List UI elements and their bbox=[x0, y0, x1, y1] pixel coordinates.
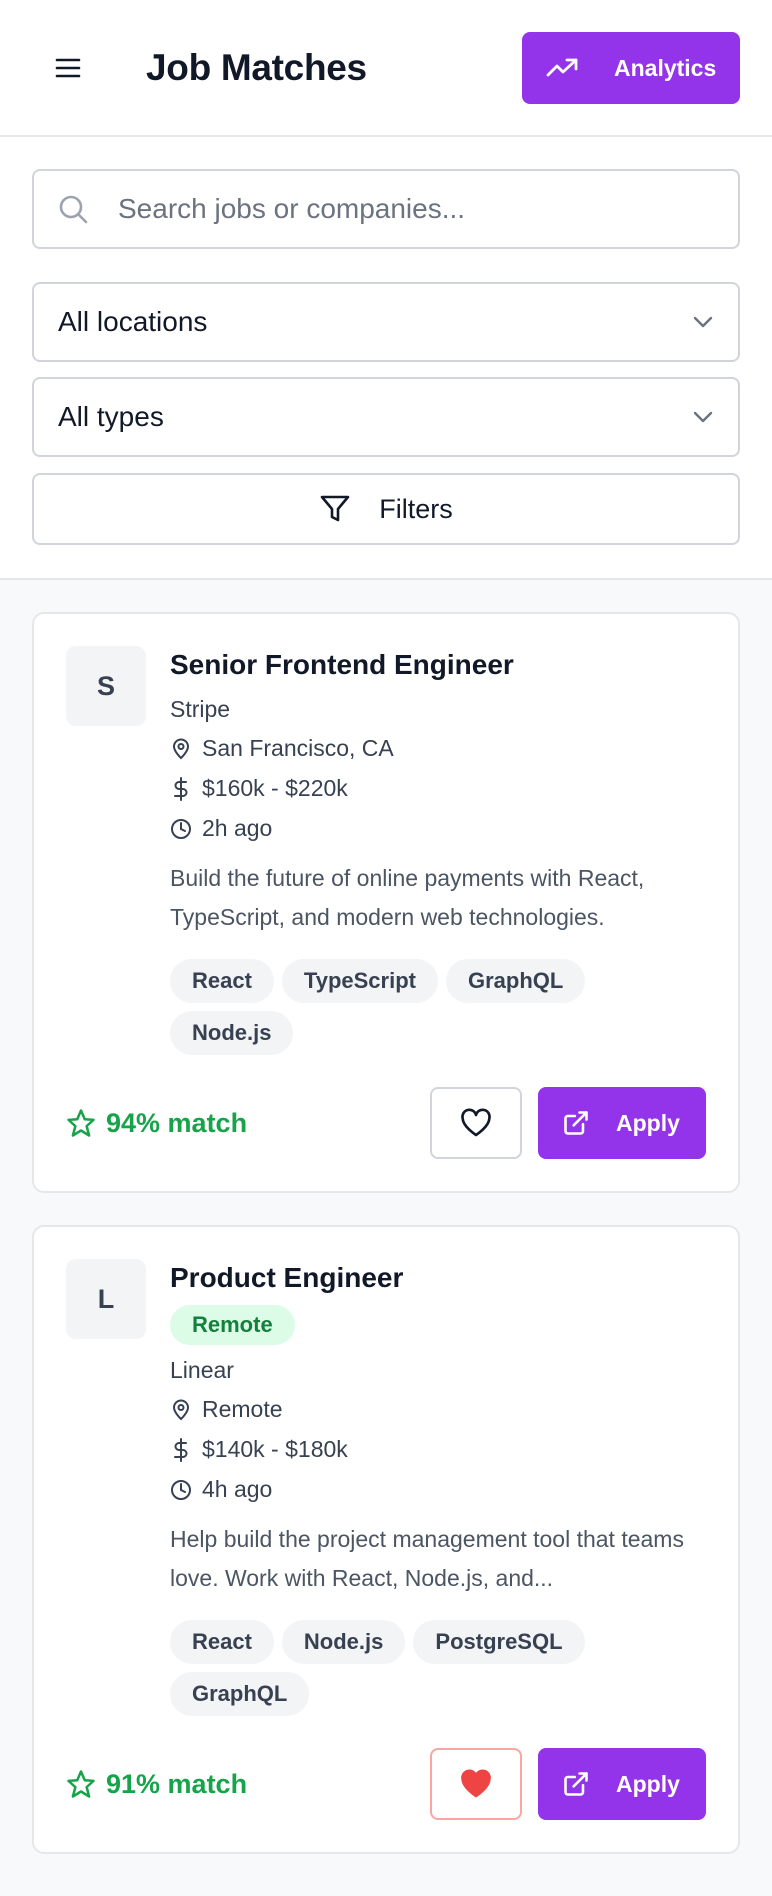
match-text: 94% match bbox=[106, 1107, 248, 1138]
company-avatar: L bbox=[66, 1259, 146, 1339]
skill-tag: Node.js bbox=[281, 1620, 406, 1664]
apply-button[interactable]: Apply bbox=[538, 1087, 706, 1159]
heart-outline-icon bbox=[460, 1108, 492, 1138]
type-select[interactable]: All types bbox=[32, 377, 740, 457]
job-card[interactable]: L Product Engineer Remote Linear Remote … bbox=[32, 1225, 740, 1854]
dollar-icon bbox=[170, 776, 192, 801]
skill-tag: TypeScript bbox=[281, 959, 438, 1003]
job-card[interactable]: S Senior Frontend Engineer Stripe San Fr… bbox=[32, 612, 740, 1193]
analytics-label: Analytics bbox=[614, 54, 717, 81]
type-select-value: All types bbox=[58, 401, 164, 432]
company-avatar: S bbox=[66, 646, 146, 726]
remote-badge: Remote bbox=[170, 1305, 295, 1345]
map-pin-icon bbox=[170, 1399, 192, 1421]
job-salary: $140k - $180k bbox=[170, 1435, 706, 1464]
skill-tags: React Node.js PostgreSQL GraphQL bbox=[170, 1620, 706, 1716]
salary-text: $160k - $220k bbox=[202, 775, 348, 801]
apply-label: Apply bbox=[616, 1770, 680, 1797]
clock-icon bbox=[170, 818, 192, 840]
skill-tag: GraphQL bbox=[445, 959, 586, 1003]
funnel-icon bbox=[319, 493, 351, 525]
page-title: Job Matches bbox=[146, 46, 367, 88]
filter-panel: All locations All types Filters bbox=[0, 137, 772, 580]
job-location: San Francisco, CA bbox=[170, 734, 706, 763]
filters-button[interactable]: Filters bbox=[32, 473, 740, 545]
clock-icon bbox=[170, 1479, 192, 1501]
job-title[interactable]: Product Engineer bbox=[170, 1261, 706, 1295]
location-select[interactable]: All locations bbox=[32, 282, 740, 362]
skill-tag: React bbox=[170, 1620, 274, 1664]
match-score: 94% match bbox=[66, 1108, 247, 1139]
menu-button[interactable] bbox=[38, 38, 98, 98]
job-description: Build the future of online payments with… bbox=[170, 865, 645, 930]
job-posted: 4h ago bbox=[170, 1475, 706, 1504]
search-box[interactable] bbox=[32, 169, 740, 249]
location-select-value: All locations bbox=[58, 306, 208, 337]
job-salary: $160k - $220k bbox=[170, 774, 706, 803]
hamburger-icon bbox=[55, 57, 81, 79]
chevron-down-icon bbox=[692, 315, 714, 329]
match-score: 91% match bbox=[66, 1769, 247, 1800]
job-location: Remote bbox=[170, 1395, 706, 1424]
salary-text: $140k - $180k bbox=[202, 1436, 348, 1462]
chevron-down-icon bbox=[692, 410, 714, 424]
skill-tags: React TypeScript GraphQL Node.js bbox=[170, 959, 706, 1055]
skill-tag: Node.js bbox=[170, 1011, 294, 1055]
external-link-icon bbox=[562, 1109, 590, 1137]
job-list: S Senior Frontend Engineer Stripe San Fr… bbox=[0, 580, 772, 1886]
star-icon bbox=[66, 1769, 96, 1799]
map-pin-icon bbox=[170, 738, 192, 760]
skill-tag: React bbox=[170, 959, 274, 1003]
job-title[interactable]: Senior Frontend Engineer bbox=[170, 648, 706, 682]
external-link-icon bbox=[562, 1770, 590, 1798]
job-description: Help build the project management tool t… bbox=[170, 1526, 684, 1591]
heart-filled-icon bbox=[460, 1769, 492, 1799]
search-input[interactable] bbox=[118, 193, 678, 225]
match-text: 91% match bbox=[106, 1768, 248, 1799]
apply-button[interactable]: Apply bbox=[538, 1748, 706, 1820]
save-job-button[interactable] bbox=[430, 1087, 522, 1159]
skill-tag: GraphQL bbox=[170, 1672, 310, 1716]
app-header: Job Matches Analytics bbox=[0, 0, 772, 137]
skill-tag: PostgreSQL bbox=[413, 1620, 585, 1664]
star-icon bbox=[66, 1108, 96, 1138]
company-name: Linear bbox=[170, 1357, 234, 1383]
search-icon bbox=[58, 194, 88, 224]
dollar-icon bbox=[170, 1437, 192, 1462]
apply-label: Apply bbox=[616, 1109, 680, 1136]
company-name: Stripe bbox=[170, 696, 231, 722]
location-text: Remote bbox=[202, 1396, 283, 1422]
location-text: San Francisco, CA bbox=[202, 735, 394, 761]
posted-text: 4h ago bbox=[202, 1476, 273, 1502]
job-posted: 2h ago bbox=[170, 814, 706, 843]
save-job-button[interactable] bbox=[430, 1748, 522, 1820]
posted-text: 2h ago bbox=[202, 815, 273, 841]
filters-label: Filters bbox=[379, 493, 453, 524]
trending-up-icon bbox=[546, 58, 578, 78]
analytics-button[interactable]: Analytics bbox=[522, 32, 740, 104]
